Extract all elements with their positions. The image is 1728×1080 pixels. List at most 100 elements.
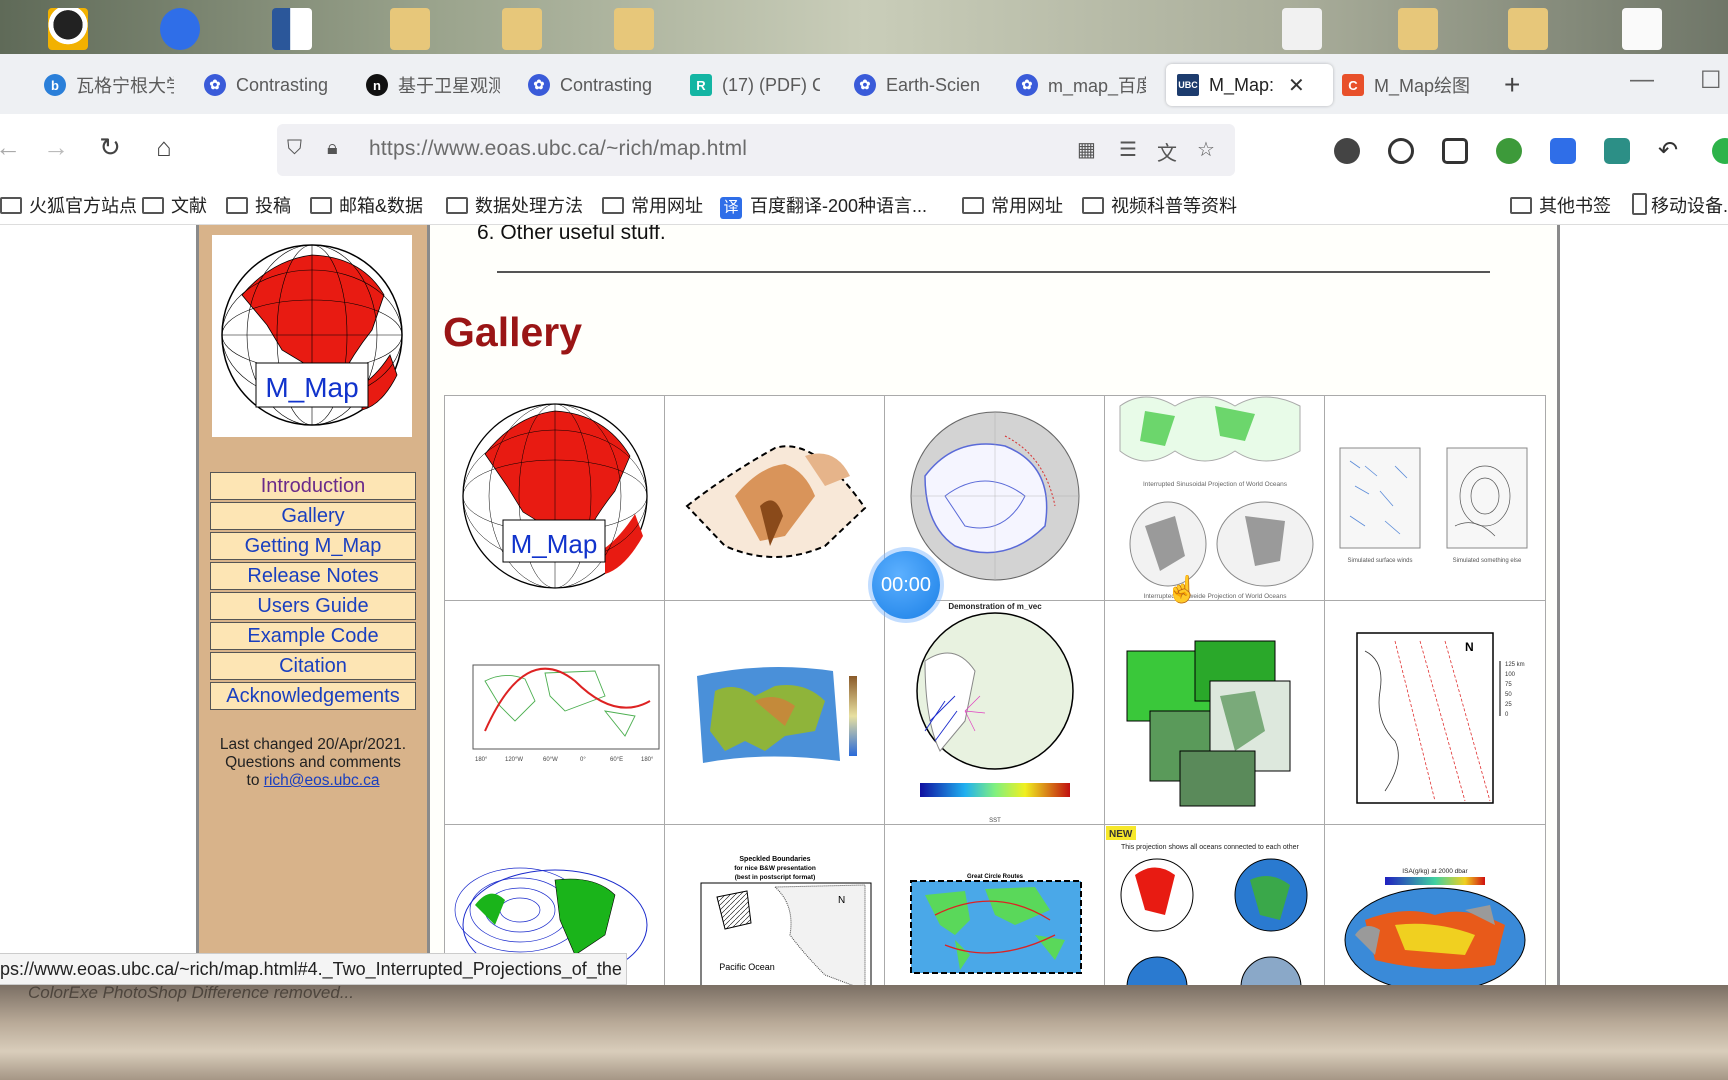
gallery-thumb-green-maps[interactable]: [1104, 600, 1325, 825]
bookmark-data-methods[interactable]: 数据处理方法: [446, 192, 583, 218]
m-vec-demo-thumbnail: Demonstration of m_vec SST: [916, 602, 1074, 824]
folder-icon[interactable]: [614, 8, 654, 50]
bookmark-firefox-site[interactable]: 火狐官方站点: [0, 192, 137, 218]
shield-icon[interactable]: ⛉: [287, 137, 302, 160]
bing-icon: b: [44, 74, 66, 96]
reader-view-icon[interactable]: ☰: [1119, 137, 1137, 162]
bookmark-other[interactable]: 其他书签: [1510, 192, 1611, 218]
tab-3[interactable]: ✿ Contrasting: [528, 64, 658, 106]
bookmark-literature[interactable]: 文献: [142, 192, 207, 218]
gallery-thumb-vector-winds[interactable]: Simulated surface winds Simulated someth…: [1324, 395, 1546, 601]
qq-penguin-icon[interactable]: [48, 8, 88, 50]
maximize-button[interactable]: ☐: [1700, 66, 1722, 95]
home-icon[interactable]: ⌂: [144, 132, 184, 163]
minimize-button[interactable]: —: [1630, 66, 1654, 94]
tab-label: Contrasting: [560, 74, 653, 95]
gallery-thumb-survey-lines[interactable]: N 125 km 100 75 50 25 0: [1324, 600, 1546, 825]
desktop-background-bottom: ColorExe PhotoShop Difference removed...: [0, 985, 1728, 1080]
lock-icon[interactable]: 🔒︎: [327, 137, 338, 160]
bookmark-email-data[interactable]: 邮箱&数据: [310, 192, 423, 218]
crop-screenshot-icon[interactable]: [1442, 138, 1468, 164]
email-link[interactable]: rich@eos.ubc.ca: [264, 772, 380, 789]
qr-code-icon[interactable]: ▦: [1077, 137, 1096, 162]
url-text[interactable]: https://www.eoas.ubc.ca/~rich/map.html: [369, 137, 747, 161]
sidebar-item-gallery[interactable]: Gallery: [210, 502, 416, 530]
isa-global-thumbnail: ISA(g/kg) at 2000 dbar: [1344, 868, 1526, 985]
to-text: to: [246, 772, 260, 789]
sidebar-item-citation[interactable]: Citation: [210, 652, 416, 680]
folder-icon: [602, 197, 624, 214]
svg-text:60°E: 60°E: [610, 757, 623, 763]
l-extension-icon[interactable]: [1334, 138, 1360, 164]
tab-active-m-map[interactable]: UBC M_Map: ✕: [1166, 64, 1333, 106]
tab-label: m_map_百度: [1048, 76, 1146, 96]
tab-8[interactable]: C M_Map绘图: [1342, 64, 1472, 106]
forward-icon[interactable]: →: [36, 132, 76, 163]
tab-label: Earth-Scien: [886, 74, 981, 95]
sync-extension-icon[interactable]: [1388, 138, 1414, 164]
translate-extension-icon[interactable]: [1550, 138, 1576, 164]
svg-text:0: 0: [1505, 712, 1509, 718]
sidebar-item-introduction[interactable]: Introduction: [210, 472, 416, 500]
globe-extension-icon[interactable]: [1496, 138, 1522, 164]
bookmark-label: 视频科普等资料: [1111, 196, 1237, 216]
settings-file-icon[interactable]: [1282, 8, 1322, 50]
gallery-thumb-world-track[interactable]: 180° 120°W 60°W 0° 60°E 180°: [444, 600, 665, 825]
gallery-thumb-great-circle[interactable]: Great Circle Routes: [884, 824, 1105, 985]
tab-4[interactable]: R (17) (PDF) C: [690, 64, 820, 106]
bookmark-star-icon[interactable]: ☆: [1197, 137, 1215, 162]
folder-icon[interactable]: [1508, 8, 1548, 50]
tab-6[interactable]: ✿ m_map_百度: [1016, 64, 1146, 106]
sidebar-item-users-guide[interactable]: Users Guide: [210, 592, 416, 620]
bookmark-label: 常用网址: [631, 196, 703, 216]
sidebar-item-example-code[interactable]: Example Code: [210, 622, 416, 650]
folder-icon[interactable]: [390, 8, 430, 50]
reload-icon[interactable]: ↻: [90, 132, 130, 163]
gallery-thumb-globe[interactable]: M_Map: [444, 395, 665, 601]
sidebar-item-release-notes[interactable]: Release Notes: [210, 562, 416, 590]
bookmark-label: 常用网址: [991, 196, 1063, 216]
sidebar-item-getting-m-map[interactable]: Getting M_Map: [210, 532, 416, 560]
new-tab-button[interactable]: +: [1504, 64, 1534, 106]
m-map-logo[interactable]: M_Map: [212, 235, 412, 437]
extension-cut-off-icon[interactable]: [1712, 138, 1728, 164]
gallery-thumb-connected-oceans[interactable]: NEW This projection shows all oceans con…: [1104, 824, 1325, 985]
recording-timer[interactable]: 00:00: [872, 551, 940, 619]
tab-0[interactable]: b 瓦格宁根大学: [44, 64, 174, 106]
paint-extension-icon[interactable]: [1604, 138, 1630, 164]
gallery-thumb-m-vec[interactable]: Demonstration of m_vec SST: [884, 600, 1105, 825]
gallery-thumb-interrupted-projections[interactable]: Interrupted Sinusoidal Projection of Wor…: [1104, 395, 1325, 601]
undo-icon[interactable]: ↶: [1658, 138, 1684, 164]
sidebar-item-acknowledgements[interactable]: Acknowledgements: [210, 682, 416, 710]
navigation-toolbar: ← → ↻ ⌂ ⛉ 🔒︎ https://www.eoas.ubc.ca/~ri…: [0, 114, 1728, 188]
gallery-thumb-europe-topo[interactable]: [664, 600, 885, 825]
feishu-app-icon[interactable]: [160, 8, 200, 50]
bookmark-mobile[interactable]: 移动设备...: [1632, 192, 1728, 218]
tab-label: M_Map:: [1209, 74, 1275, 95]
new-badge-text: NEW: [1109, 829, 1133, 840]
gallery-thumb-isa-2000dbar[interactable]: ISA(g/kg) at 2000 dbar: [1324, 824, 1546, 985]
svg-text:N: N: [838, 895, 845, 906]
back-icon[interactable]: ←: [0, 132, 28, 163]
horizontal-rule: [497, 271, 1490, 273]
tab-5[interactable]: ✿ Earth-Scien: [854, 64, 984, 106]
svg-text:180°: 180°: [641, 757, 654, 763]
gallery-thumb-north-america-topo[interactable]: [664, 395, 885, 601]
folder-icon[interactable]: [502, 8, 542, 50]
text-file-icon[interactable]: [1622, 8, 1662, 50]
address-bar[interactable]: ⛉ 🔒︎ https://www.eoas.ubc.ca/~rich/map.h…: [277, 124, 1235, 176]
word-document-icon[interactable]: [272, 8, 312, 50]
web-page: M_Map Introduction Gallery Getting M_Map…: [0, 225, 1728, 985]
bookmark-submission[interactable]: 投稿: [226, 192, 291, 218]
folder-icon[interactable]: [1398, 8, 1438, 50]
bookmark-common-sites[interactable]: 常用网址: [602, 192, 703, 218]
tab-1[interactable]: ✿ Contrasting: [204, 64, 334, 106]
mouse-pointer-icon: ☝: [1166, 574, 1199, 604]
bookmark-video-science[interactable]: 视频科普等资料: [1082, 192, 1237, 218]
translate-icon[interactable]: 文: [1157, 137, 1177, 166]
tab-2[interactable]: n 基于卫星观测: [366, 64, 501, 106]
bookmark-baidu-translate[interactable]: 译百度翻译-200种语言...: [720, 192, 927, 219]
close-tab-icon[interactable]: ✕: [1288, 73, 1305, 98]
gallery-thumb-speckled-boundaries[interactable]: Speckled Boundaries for nice B&W present…: [664, 824, 885, 985]
bookmark-common-sites-2[interactable]: 常用网址: [962, 192, 1063, 218]
